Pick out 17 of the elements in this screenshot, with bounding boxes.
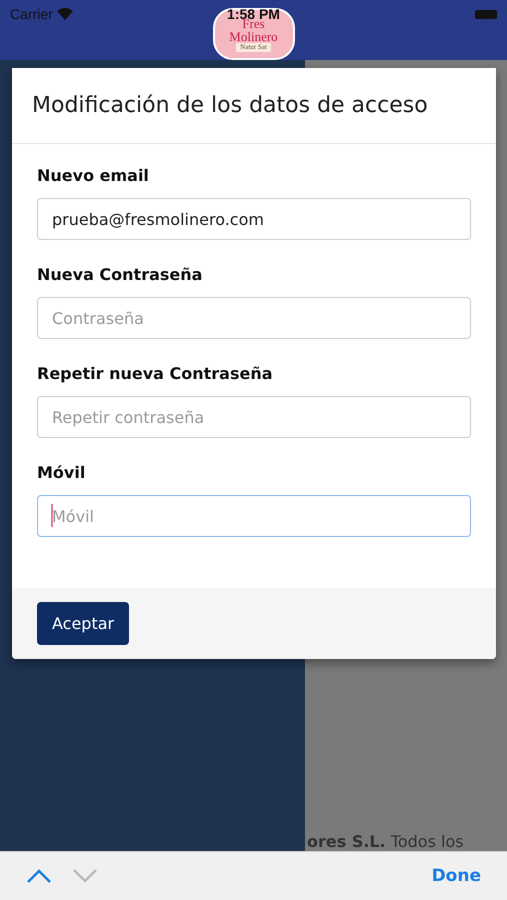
text-cursor (51, 504, 53, 527)
copyright-text: ores S.L. Todos los (307, 832, 464, 852)
field-label: Nueva Contraseña (37, 265, 204, 284)
field-label: Repetir nueva Contraseña (37, 364, 274, 383)
field-label: Nuevo email (37, 166, 150, 185)
wifi-icon (56, 8, 73, 20)
battery-icon (475, 10, 497, 18)
input-field[interactable]: prueba@fresmolinero.com (37, 198, 471, 240)
carrier-name: Carrier (10, 6, 53, 22)
input-field[interactable]: Móvil (37, 495, 471, 537)
accept-button[interactable]: Aceptar (37, 602, 130, 645)
field-label: Móvil (37, 463, 86, 482)
chevron-up-icon[interactable] (26, 868, 52, 884)
input-field[interactable]: Contraseña (37, 297, 471, 339)
done-button[interactable]: Done (432, 866, 481, 886)
modal-title: Modificación de los datos de acceso (12, 68, 496, 144)
input-field[interactable]: Repetir contraseña (37, 396, 471, 438)
